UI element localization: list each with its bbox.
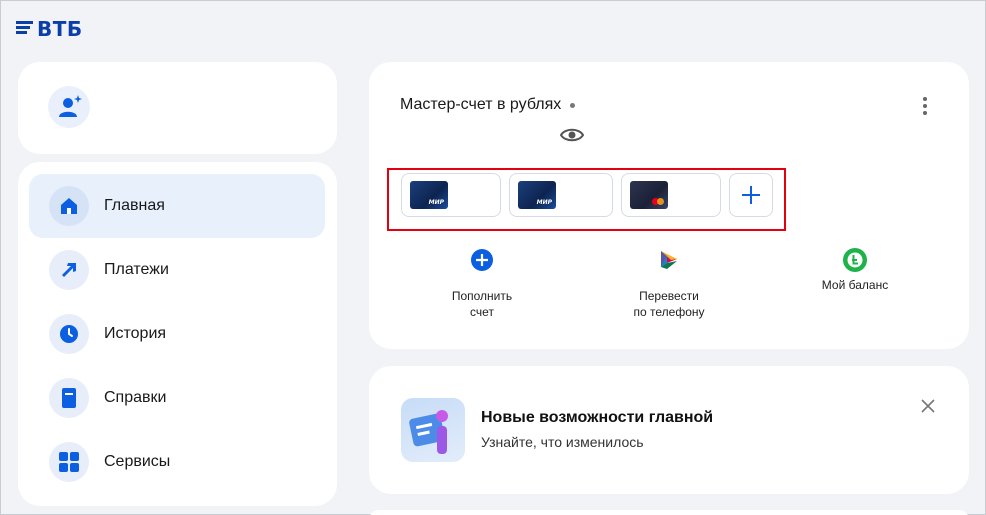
plus-circle-icon <box>417 248 547 272</box>
top-up-button[interactable]: Пополнить счет <box>417 248 547 320</box>
account-title[interactable]: Мастер-счет в рублях <box>400 96 576 114</box>
close-icon[interactable] <box>920 398 936 419</box>
sidebar-item-payments[interactable]: Платежи <box>29 238 325 302</box>
transfer-by-phone-button[interactable]: Перевести по телефону <box>604 248 734 320</box>
next-card-peek <box>369 510 969 515</box>
transfer-by-phone-label: Перевести по телефону <box>633 289 705 319</box>
eye-icon[interactable] <box>559 127 585 148</box>
sidebar-nav: Главная Платежи История Справки Сервисы <box>18 162 337 506</box>
promo-subtitle: Узнайте, что изменилось <box>481 434 644 450</box>
top-up-label: Пополнить счет <box>451 289 513 319</box>
card-thumbnail: МИР <box>410 181 448 209</box>
mastercard-logo-icon <box>652 198 664 205</box>
bank-card-mir-2[interactable]: МИР <box>509 173 613 217</box>
promo-title: Новые возможности главной <box>481 409 714 426</box>
payments-arrow-icon <box>49 250 89 290</box>
sidebar-item-label: Главная <box>104 197 165 214</box>
mir-logo: МИР <box>428 199 444 206</box>
more-options-button[interactable] <box>922 97 928 115</box>
home-icon <box>49 186 89 226</box>
sidebar-item-label: Справки <box>104 389 167 406</box>
user-plus-icon <box>59 95 82 117</box>
mir-logo: МИР <box>536 199 552 206</box>
sidebar-item-history[interactable]: История <box>29 302 325 366</box>
logo-text: ВТБ <box>37 17 83 41</box>
balance-icon <box>790 248 920 272</box>
sidebar-item-services[interactable]: Сервисы <box>29 430 325 494</box>
my-balance-label: Мой баланс <box>821 278 889 292</box>
card-thumbnail <box>630 181 668 209</box>
sidebar-item-label: История <box>104 325 167 342</box>
add-profile-button[interactable] <box>48 86 90 128</box>
my-balance-button[interactable]: Мой баланс <box>790 248 920 293</box>
bank-card-mastercard[interactable] <box>621 173 721 217</box>
sidebar-item-label: Сервисы <box>104 453 171 470</box>
sidebar-item-home[interactable]: Главная <box>29 174 325 238</box>
status-dot <box>570 102 576 108</box>
account-card: Мастер-счет в рублях МИР МИР Пополнить с… <box>369 62 969 349</box>
card-thumbnail: МИР <box>518 181 556 209</box>
clock-icon <box>49 314 89 354</box>
grid-icon <box>49 442 89 482</box>
sbp-icon <box>604 248 734 272</box>
sidebar-item-label: Платежи <box>104 261 169 278</box>
add-card-button[interactable] <box>729 173 773 217</box>
document-icon <box>49 378 89 418</box>
plus-icon <box>742 186 760 204</box>
promo-banner[interactable]: Новые возможности главной Узнайте, что и… <box>369 366 969 494</box>
promo-illustration-icon <box>401 398 465 462</box>
sidebar-item-documents[interactable]: Справки <box>29 366 325 430</box>
bank-card-mir-1[interactable]: МИР <box>401 173 501 217</box>
logo-bars-icon <box>16 20 33 34</box>
account-title-text: Мастер-счет в рублях <box>400 96 562 113</box>
vtb-logo[interactable]: ВТБ <box>16 17 83 41</box>
profile-card <box>18 62 337 154</box>
